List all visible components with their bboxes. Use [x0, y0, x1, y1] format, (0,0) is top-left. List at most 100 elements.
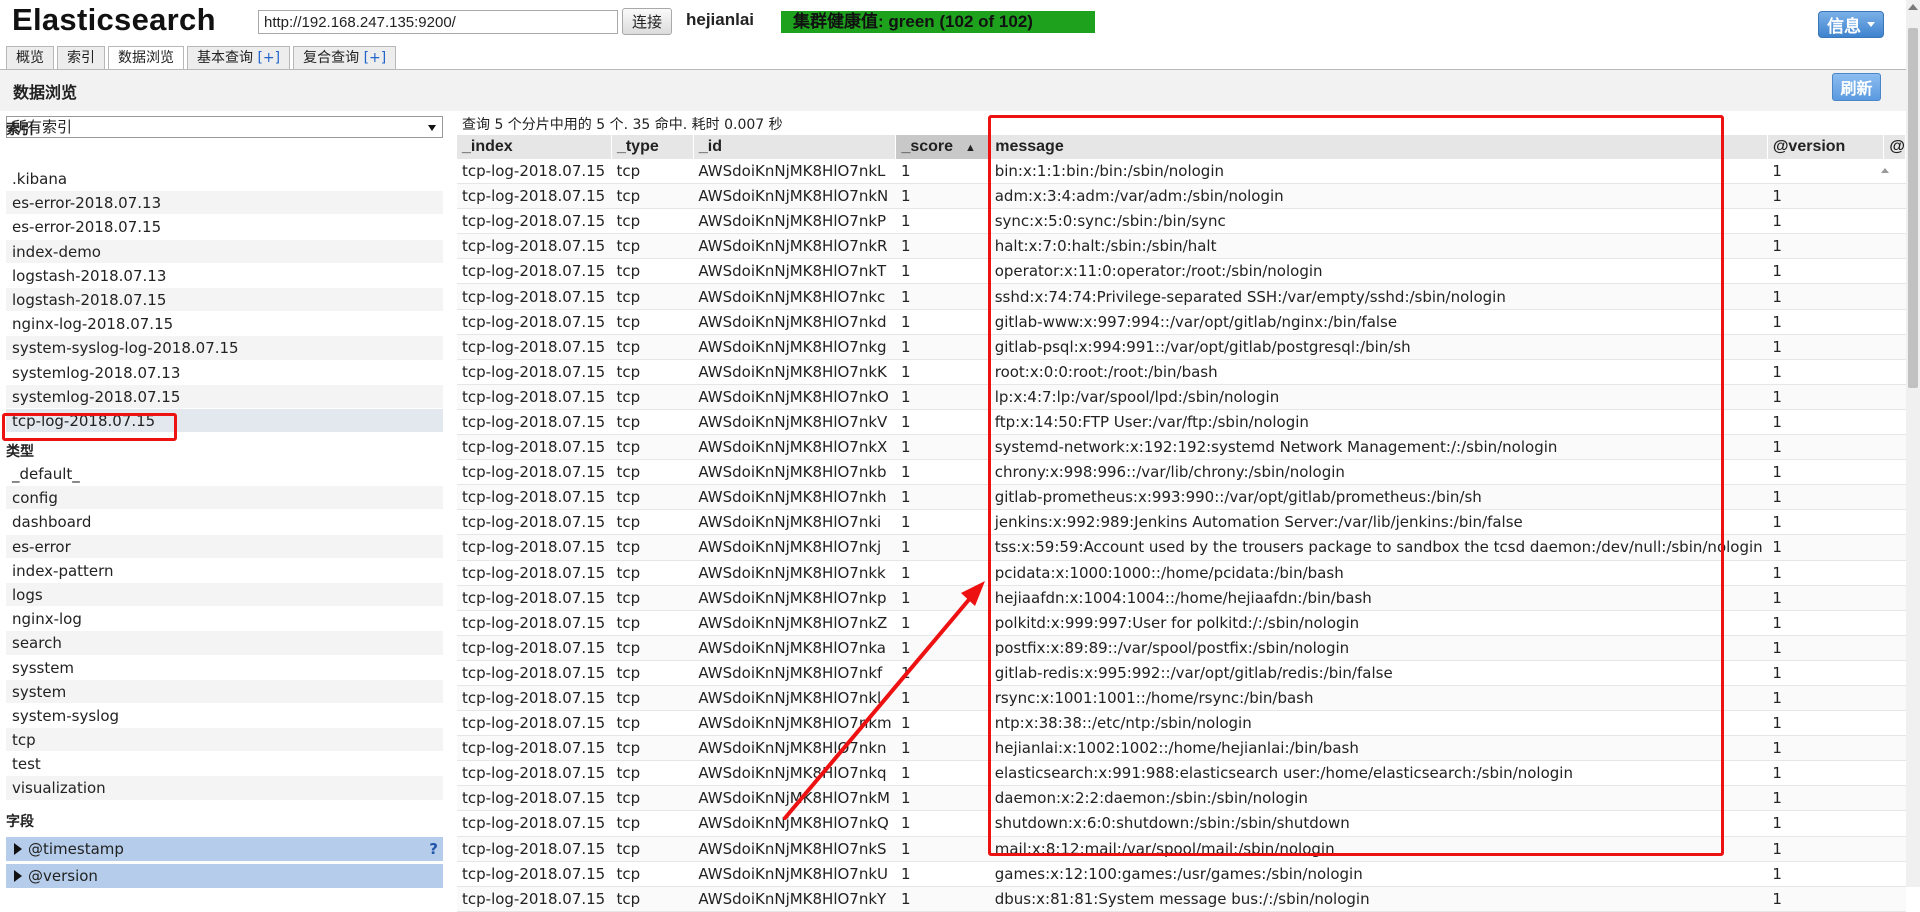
column-header-type[interactable]: _type [611, 135, 694, 159]
cell-score: 1 [895, 785, 990, 812]
index-item[interactable]: system-syslog-log-2018.07.15 [6, 336, 443, 361]
type-item[interactable]: index-pattern [6, 559, 443, 583]
cell-version: 1 [1767, 334, 1884, 360]
tab-0[interactable]: 概览 [6, 46, 54, 70]
type-item[interactable]: es-error [6, 534, 443, 559]
cell-type: tcp [611, 585, 694, 611]
index-item[interactable]: es-error-2018.07.15 [6, 215, 443, 240]
cell-type: tcp [611, 233, 694, 260]
info-dropdown-button[interactable]: 信息 [1818, 11, 1884, 38]
connect-button[interactable]: 连接 [622, 8, 672, 35]
sort-ascending-icon: ▲ [965, 142, 976, 154]
cell-version: 1 [1767, 785, 1884, 812]
cell-type: tcp [611, 760, 694, 787]
index-item[interactable]: nginx-log-2018.07.15 [6, 312, 443, 337]
tab-4[interactable]: 复合查询 [+] [293, 46, 397, 70]
type-item[interactable]: nginx-log [6, 607, 443, 632]
cell-index: tcp-log-2018.07.15 [457, 585, 612, 611]
column-header-index[interactable]: _index [457, 135, 612, 159]
cell-index: tcp-log-2018.07.15 [457, 283, 612, 310]
info-button-label: 信息 [1827, 17, 1861, 37]
scroll-up-arrow-icon[interactable] [1908, 4, 1918, 10]
cell-score: 1 [895, 509, 990, 536]
cell-score: 1 [895, 359, 990, 385]
cell-id: AWSdoiKnNjMK8HlO7nkh [693, 484, 896, 511]
column-header-label: _score [901, 138, 954, 155]
cell-version: 1 [1767, 459, 1884, 486]
highlight-box-selected-index [2, 413, 177, 441]
cell-version: 1 [1767, 233, 1884, 260]
field-item[interactable]: @timestamp? [6, 837, 443, 861]
cell-version: 1 [1767, 183, 1884, 210]
cell-type: tcp [611, 509, 694, 536]
cell-type: tcp [611, 334, 694, 360]
tab-1[interactable]: 索引 [57, 46, 105, 70]
column-header-id[interactable]: _id [693, 135, 897, 159]
type-item[interactable]: visualization [6, 776, 443, 801]
cell-index: tcp-log-2018.07.15 [457, 810, 612, 837]
index-item[interactable]: systemlog-2018.07.13 [6, 361, 443, 385]
tab-label: 数据浏览 [118, 50, 174, 66]
cell-empty [1883, 735, 1906, 762]
field-item[interactable]: @version [6, 864, 443, 888]
types-list: _default_ config dashboard es-error index-pa… [6, 462, 443, 801]
index-item[interactable]: .kibana [6, 167, 443, 192]
cluster-url-input[interactable] [258, 10, 618, 34]
refresh-button[interactable]: 刷新 [1832, 73, 1881, 101]
type-item[interactable]: search [6, 631, 443, 656]
cell-empty [1883, 459, 1906, 486]
cell-index: tcp-log-2018.07.15 [457, 409, 612, 436]
table-row[interactable]: tcp-log-2018.07.15 tcp AWSdoiKnNjMK8HlO7nk… [457, 861, 1906, 887]
cell-version: 1 [1767, 735, 1884, 762]
index-item[interactable]: es-error-2018.07.13 [6, 191, 443, 216]
cell-type: tcp [611, 459, 694, 486]
cell-empty [1883, 359, 1906, 385]
cell-index: tcp-log-2018.07.15 [457, 434, 612, 461]
index-item[interactable]: systemlog-2018.07.15 [6, 384, 443, 409]
column-header-label: _type [616, 138, 659, 155]
index-select[interactable]: 所有索引 [6, 116, 443, 138]
cell-version: 1 [1767, 484, 1884, 511]
cell-score: 1 [895, 735, 990, 762]
tab-3[interactable]: 基本查询 [+] [187, 46, 291, 70]
cell-id: AWSdoiKnNjMK8HlO7nkX [693, 434, 896, 461]
column-header-@version[interactable]: @version [1767, 135, 1885, 159]
type-item[interactable]: dashboard [6, 510, 443, 535]
table-scroll-up-icon[interactable] [1881, 168, 1889, 173]
expand-triangle-icon[interactable] [14, 870, 22, 882]
tab-bar: 概览 索引 数据浏览 基本查询 [+] 复合查询 [+] [6, 46, 399, 71]
type-item[interactable]: logs [6, 582, 443, 608]
cell-id: AWSdoiKnNjMK8HlO7nkP [693, 208, 896, 235]
scrollbar-thumb[interactable] [1908, 28, 1918, 388]
tab-2[interactable]: 数据浏览 [108, 46, 184, 71]
index-item[interactable]: logstash-2018.07.13 [6, 264, 443, 288]
column-header-label: @ [1889, 138, 1905, 155]
table-row[interactable]: tcp-log-2018.07.15 tcp AWSdoiKnNjMK8HlO7nk… [457, 886, 1906, 912]
index-item[interactable]: logstash-2018.07.15 [6, 287, 443, 313]
help-icon[interactable]: ? [429, 837, 438, 861]
type-item[interactable]: tcp [6, 728, 443, 753]
app-header: Elasticsearch 连接 hejianlai 集群健康值: green … [0, 0, 1920, 42]
type-item[interactable]: config [6, 486, 443, 511]
cell-index: tcp-log-2018.07.15 [457, 258, 612, 285]
column-header-@[interactable]: @ [1883, 135, 1906, 159]
tab-label: 概览 [16, 50, 44, 66]
cell-empty [1883, 785, 1906, 812]
index-item[interactable]: index-demo [6, 239, 443, 264]
tab-add-icon[interactable]: [+] [364, 50, 387, 66]
cell-empty [1883, 585, 1906, 611]
cell-id: AWSdoiKnNjMK8HlO7nkk [693, 560, 896, 586]
expand-triangle-icon[interactable] [14, 843, 22, 855]
cell-score: 1 [895, 861, 990, 887]
tab-add-icon[interactable]: [+] [257, 50, 280, 66]
cell-type: tcp [611, 208, 694, 235]
type-item[interactable]: test [6, 752, 443, 777]
cell-index: tcp-log-2018.07.15 [457, 159, 612, 185]
cell-empty [1883, 610, 1906, 636]
type-item[interactable]: sysstem [6, 656, 443, 680]
type-item[interactable]: system-syslog [6, 704, 443, 729]
cell-index: tcp-log-2018.07.15 [457, 635, 612, 661]
type-item[interactable]: _default_ [6, 462, 443, 487]
column-header-score[interactable]: _score ▲ [895, 135, 991, 159]
type-item[interactable]: system [6, 679, 443, 704]
